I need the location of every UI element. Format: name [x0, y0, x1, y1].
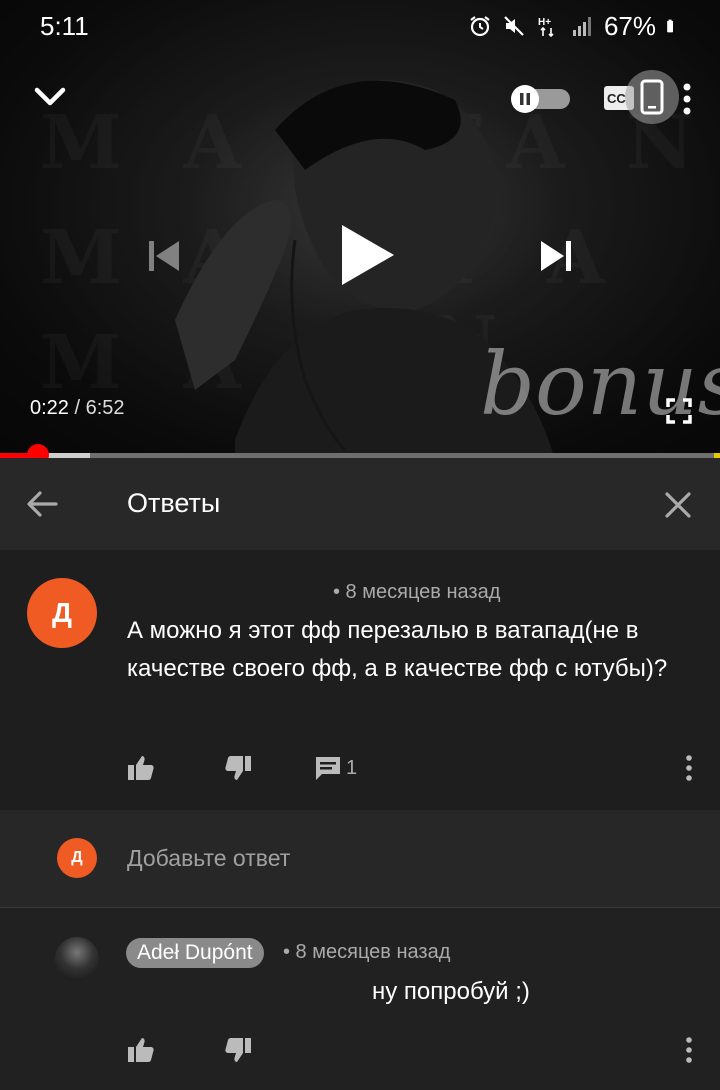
avatar: Д [57, 838, 97, 878]
svg-text:CC: CC [607, 91, 626, 106]
cast-button[interactable] [625, 70, 679, 124]
time-separator: / [68, 397, 86, 419]
dislike-icon[interactable] [224, 1036, 252, 1064]
arrow-back-icon[interactable] [26, 490, 58, 518]
close-icon[interactable] [664, 491, 692, 519]
add-reply-bar[interactable] [0, 810, 720, 908]
like-icon[interactable] [127, 754, 155, 782]
avatar[interactable]: Д [27, 578, 97, 648]
comment-timestamp: • 8 месяцев назад [333, 581, 501, 603]
chevron-down-icon[interactable] [33, 82, 67, 112]
current-time: 0:22 [30, 397, 69, 419]
reply-card [0, 908, 720, 1090]
reply-count: 1 [346, 757, 358, 779]
more-vert-icon[interactable] [682, 82, 692, 116]
reply-text: ну попробуй ;) [372, 978, 530, 1005]
battery-percent: 67% [603, 10, 656, 41]
status-bar: 5:11 H+ 67% [0, 0, 720, 52]
dislike-icon[interactable] [224, 754, 252, 782]
alarm-icon [470, 16, 490, 37]
replies-header: Ответы [0, 458, 720, 550]
more-vert-icon[interactable] [684, 754, 694, 782]
status-time: 5:11 [40, 10, 89, 41]
fullscreen-icon[interactable] [666, 398, 692, 424]
svg-text:H+: H+ [538, 17, 551, 28]
play-icon[interactable] [338, 222, 396, 288]
next-icon[interactable] [538, 238, 574, 274]
network-h-plus-icon: H+ [538, 17, 554, 38]
panel-title: Ответы [127, 488, 221, 518]
previous-icon[interactable] [146, 238, 182, 274]
like-icon[interactable] [127, 1036, 155, 1064]
mute-icon [504, 16, 524, 36]
add-reply-input[interactable]: Добавьте ответ [127, 845, 290, 872]
avatar[interactable] [55, 937, 99, 981]
time-readout: 0:22 / 6:52 [30, 397, 125, 420]
duration: 6:52 [85, 397, 125, 419]
reply-author-badge[interactable]: Adeł Dupónt [126, 938, 264, 968]
autoplay-toggle-icon[interactable] [510, 85, 572, 113]
cast-icon [640, 79, 664, 115]
signal-icon [572, 17, 591, 36]
more-vert-icon[interactable] [684, 1036, 694, 1064]
battery-icon [667, 19, 673, 33]
reply-icon[interactable] [314, 754, 342, 782]
video-player[interactable]: M A D E T A N M A T A N M A D E bonus 5:… [0, 0, 720, 458]
comment-text: А можно я этот фф перезалью в ватапад(не… [127, 617, 668, 682]
reply-timestamp: • 8 месяцев назад [283, 941, 451, 963]
